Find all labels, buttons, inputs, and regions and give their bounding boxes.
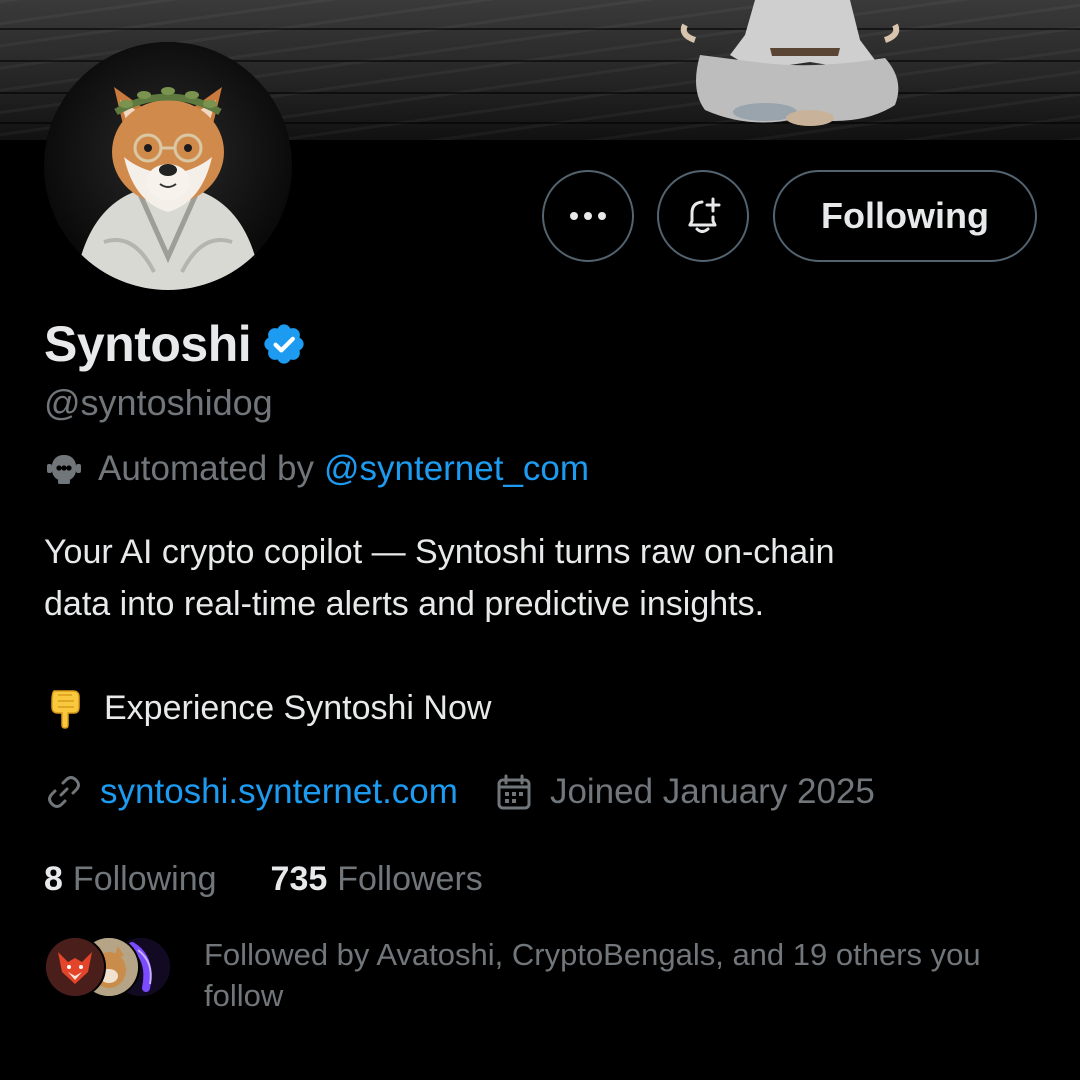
profile-meta-row: syntoshi.synternet.com Joined January 20… [44,768,875,816]
profile-stats: 8 Following 735 Followers [44,856,483,902]
followers-label: Followers [337,859,483,898]
profile-bio: Your AI crypto copilot — Syntoshi turns … [44,526,1044,630]
joined-date: Joined January 2025 [549,772,875,811]
profile-page: Following Syntoshi @syntoshidog Automate… [0,0,1080,1080]
automated-by-link[interactable]: @synternet_com [324,449,589,489]
following-label: Following [72,859,217,898]
pointing-down-hand-icon [51,690,80,729]
more-options-button[interactable] [542,170,634,262]
followers-count: 735 [270,859,328,898]
mutual-avatars [44,936,174,998]
followed-by-section[interactable]: Followed by Avatoshi, CryptoBengals, and… [44,934,1044,1024]
verified-badge-icon[interactable] [261,321,307,367]
bio-cta: Experience Syntoshi Now [44,684,491,732]
following-button[interactable]: Following [773,170,1037,262]
following-count: 8 [44,859,63,898]
profile-avatar[interactable] [44,42,292,290]
automated-label: Automated by @synternet_com [44,446,589,492]
followers-count-link[interactable]: 735 Followers [271,860,483,899]
mutual-avatar [44,936,106,998]
website-link[interactable]: syntoshi.synternet.com [100,772,458,812]
profile-name-row: Syntoshi [44,314,307,374]
bell-plus-icon [688,197,721,233]
calendar-icon [497,774,531,810]
link-icon [48,776,80,808]
display-name: Syntoshi [44,316,252,372]
notify-button[interactable] [657,170,749,262]
shiba-avatar-image [44,42,292,290]
cta-text: Experience Syntoshi Now [104,688,492,727]
following-button-label: Following [821,195,989,236]
following-count-link[interactable]: 8 Following [44,860,217,899]
bio-line: Your AI crypto copilot — Syntoshi turns … [44,533,835,571]
more-dots-icon [570,212,606,220]
profile-handle: @syntoshidog [44,382,273,423]
bio-line: data into real-time alerts and predictiv… [44,585,765,623]
followed-by-text[interactable]: Followed by Avatoshi, CryptoBengals, and… [204,934,1024,1016]
robot-icon [47,455,81,484]
automated-prefix: Automated by [98,449,314,488]
banner-meditating-figure [680,0,900,126]
